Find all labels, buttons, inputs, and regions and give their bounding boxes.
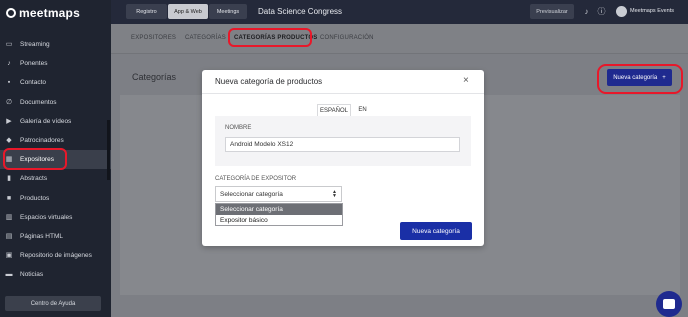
chat-icon bbox=[663, 299, 675, 309]
modal-divider bbox=[202, 93, 484, 94]
sidebar-item-label: Espacios virtuales bbox=[20, 213, 73, 221]
sidebar-item-espacios-virtuales[interactable]: ▥ Espacios virtuales bbox=[0, 208, 111, 227]
sidebar-item-label: Contacto bbox=[20, 79, 47, 87]
help-center-button[interactable]: Centro de Ayuda bbox=[5, 296, 101, 311]
chat-button[interactable] bbox=[656, 291, 682, 317]
category-select[interactable]: Seleccionar categoría ▲ ▼ bbox=[215, 186, 342, 202]
sidebar-item-label: Noticias bbox=[20, 271, 44, 279]
event-title: Data Science Congress bbox=[258, 7, 343, 16]
sidebar-item-label: Páginas HTML bbox=[20, 232, 63, 240]
submit-new-category-button[interactable]: Nueva categoría bbox=[400, 222, 472, 240]
box-icon: ■ bbox=[6, 194, 12, 202]
screen-icon: ▭ bbox=[5, 41, 13, 49]
logo-icon bbox=[6, 8, 16, 18]
category-select-value: Seleccionar categoría bbox=[220, 190, 283, 198]
handshake-icon: ◆ bbox=[6, 137, 12, 145]
video-icon: ▶ bbox=[6, 117, 12, 125]
sidebar-item-repositorio-de-imágenes[interactable]: ▣ Repositorio de imágenes bbox=[0, 246, 111, 265]
sidebar-item-label: Galería de vídeos bbox=[20, 117, 72, 125]
top-bar: Registro App & Web Meetings Data Science… bbox=[111, 0, 688, 24]
lang-tab-es[interactable]: ESPAÑOL bbox=[317, 104, 351, 116]
sidebar-item-label: Patrocinadores bbox=[20, 137, 64, 145]
avatar[interactable] bbox=[616, 6, 627, 17]
sidebar-scrollbar[interactable] bbox=[107, 120, 110, 180]
dropdown-option[interactable]: Seleccionar categoría bbox=[216, 204, 342, 215]
name-label: NOMBRE bbox=[225, 125, 252, 131]
modal-title: Nueva categoría de productos bbox=[215, 77, 323, 86]
select-arrows-icon: ▲ ▼ bbox=[332, 189, 337, 199]
sidebar-item-contacto[interactable]: ▪ Contacto bbox=[0, 73, 111, 92]
lang-tab-en[interactable]: EN bbox=[355, 104, 370, 116]
sidebar-item-galería-de-vídeos[interactable]: ▶ Galería de vídeos bbox=[0, 112, 111, 131]
highlight-categorias-productos bbox=[228, 28, 312, 47]
tab-app-web[interactable]: App & Web bbox=[168, 4, 208, 19]
chat-icon: ▪ bbox=[7, 79, 11, 87]
info-icon[interactable]: ⓘ bbox=[597, 7, 606, 16]
app-logo[interactable]: meetmaps bbox=[6, 6, 80, 20]
tab-meetings[interactable]: Meetings bbox=[209, 4, 247, 19]
sidebar-item-label: Productos bbox=[20, 194, 50, 202]
category-dropdown: Seleccionar categoría Expositor básico bbox=[215, 203, 343, 226]
tab-registro[interactable]: Registro bbox=[126, 4, 167, 19]
newspaper-icon: ▬ bbox=[5, 271, 13, 279]
paperclip-icon: ∅ bbox=[5, 98, 13, 106]
page-title: Categorías bbox=[132, 72, 177, 82]
sidebar-item-label: Documentos bbox=[20, 98, 57, 106]
sidebar-item-label: Repositorio de imágenes bbox=[20, 252, 92, 260]
microphone-icon: ♪ bbox=[7, 60, 11, 68]
new-category-modal: Nueva categoría de productos × ESPAÑOL E… bbox=[202, 70, 484, 246]
user-name[interactable]: Meetmaps Events bbox=[630, 8, 674, 14]
category-label: CATEGORÍA DE EXPOSITOR bbox=[215, 176, 297, 182]
sidebar-item-label: Ponentes bbox=[20, 60, 48, 68]
sidebar-item-productos[interactable]: ■ Productos bbox=[0, 189, 111, 208]
preview-button[interactable]: Previsualizar bbox=[530, 4, 574, 19]
highlight-new-category bbox=[597, 64, 683, 94]
sidebar-item-noticias[interactable]: ▬ Noticias bbox=[0, 265, 111, 284]
highlight-expositores bbox=[3, 148, 67, 170]
logo-text: meetmaps bbox=[19, 6, 80, 20]
sidebar-item-ponentes[interactable]: ♪ Ponentes bbox=[0, 54, 111, 73]
images-icon: ▣ bbox=[5, 252, 13, 260]
dropdown-option[interactable]: Expositor básico bbox=[216, 215, 342, 226]
tab-categorias[interactable]: CATEGORÍAS bbox=[185, 35, 226, 41]
name-section: NOMBRE Android Modelo XS12 bbox=[215, 116, 471, 166]
sidebar-item-streaming[interactable]: ▭ Streaming bbox=[0, 35, 111, 54]
close-icon[interactable]: × bbox=[463, 75, 469, 86]
sidebar-item-abstracts[interactable]: ▮ Abstracts bbox=[0, 169, 111, 188]
bell-icon[interactable]: ♪ bbox=[582, 7, 591, 16]
sidebar-item-documentos[interactable]: ∅ Documentos bbox=[0, 93, 111, 112]
tab-expositores[interactable]: EXPOSITORES bbox=[131, 35, 176, 41]
name-field[interactable]: Android Modelo XS12 bbox=[225, 137, 460, 152]
columns-icon: ▤ bbox=[5, 232, 13, 240]
sidebar-item-label: Streaming bbox=[20, 41, 50, 49]
tab-configuracion[interactable]: CONFIGURACIÓN bbox=[320, 35, 374, 41]
bookmark-icon: ▮ bbox=[7, 175, 11, 183]
sidebar-item-label: Abstracts bbox=[20, 175, 48, 183]
map-icon: ▥ bbox=[5, 213, 13, 221]
sub-tabs: EXPOSITORES CATEGORÍAS CATEGORÍAS PRODUC… bbox=[111, 24, 688, 54]
sidebar-item-páginas-html[interactable]: ▤ Páginas HTML bbox=[0, 227, 111, 246]
